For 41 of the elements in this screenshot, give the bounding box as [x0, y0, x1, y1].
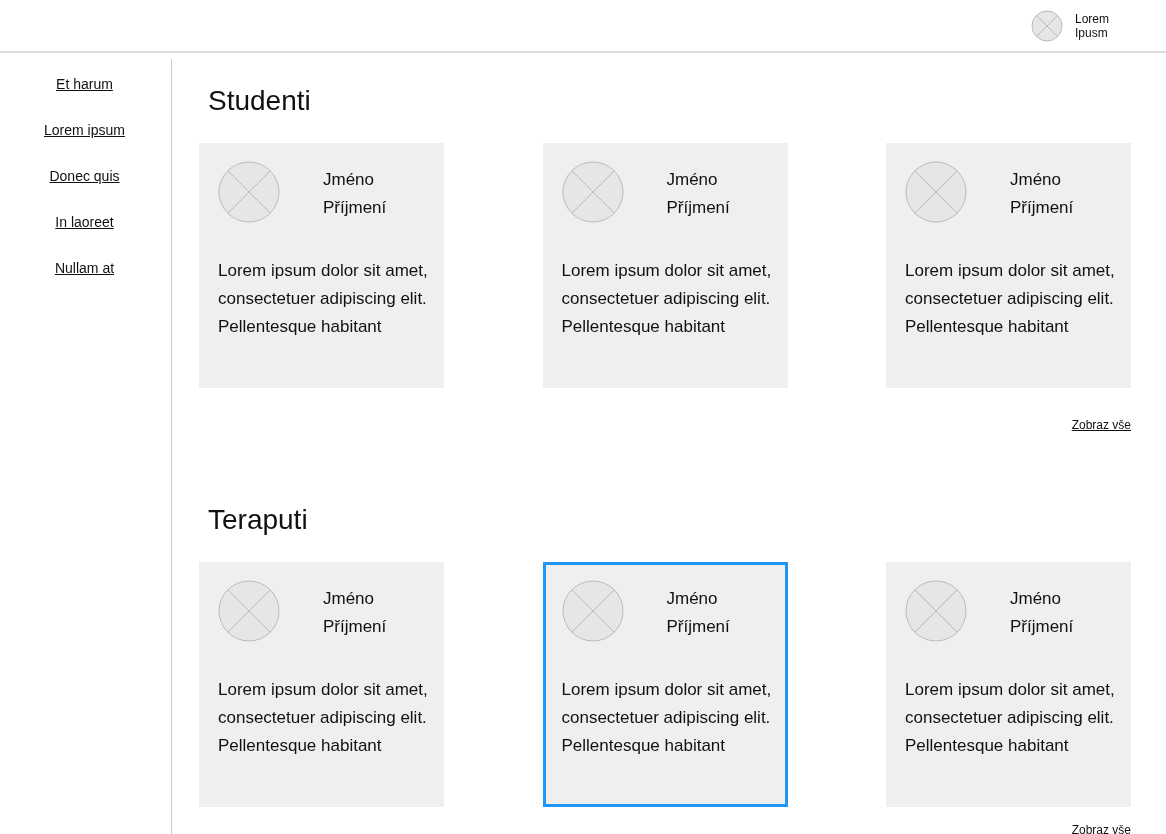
show-all-link[interactable]: Zobraz vše [1071, 418, 1131, 434]
profile-card[interactable]: Jméno Příjmení Lorem ipsum dolor sit amet, consectetuer adipiscing elit. Pellentesque habitant [886, 562, 1131, 807]
last-name: Příjmení [666, 197, 730, 219]
profile-card[interactable]: Jméno Příjmení Lorem ipsum dolor sit amet, consectetuer adipiscing elit. Pellentesque habitant [542, 143, 788, 388]
card-description: Lorem ipsum dolor sit amet, consectetuer adipiscing elit. Pellentesque habitant [905, 260, 1116, 338]
first-name: Jméno [1010, 588, 1063, 610]
card-description: Lorem ipsum dolor sit amet, consectetuer adipiscing elit. Pellentesque habitant [218, 260, 429, 338]
sidebar-link[interactable]: In laoreet [55, 213, 114, 232]
card-description: Lorem ipsum dolor sit amet, consectetuer adipiscing elit. Pellentesque habitant [561, 260, 773, 338]
section-title: Studenti [208, 84, 312, 118]
avatar-placeholder-icon [561, 580, 624, 642]
avatar-placeholder-icon [218, 161, 280, 223]
first-name: Jméno [323, 169, 376, 191]
profile-card[interactable]: Jméno Příjmení Lorem ipsum dolor sit amet, consectetuer adipiscing elit. Pellentesque habitant [199, 143, 444, 388]
first-name: Jméno [666, 169, 719, 191]
avatar-placeholder-icon[interactable] [1031, 9, 1063, 42]
show-all-link[interactable]: Zobraz vše [1071, 823, 1131, 834]
card-description: Lorem ipsum dolor sit amet, consectetuer adipiscing elit. Pellentesque habitant [561, 679, 773, 757]
user-name[interactable]: Lorem Ipusm [1075, 11, 1120, 40]
avatar-placeholder-icon [905, 580, 967, 642]
sidebar-link[interactable]: Nullam at [54, 259, 115, 278]
profile-card[interactable]: Jméno Příjmení Lorem ipsum dolor sit amet, consectetuer adipiscing elit. Pellentesque habitant [199, 562, 444, 807]
last-name: Příjmení [1010, 197, 1074, 219]
card-description: Lorem ipsum dolor sit amet, consectetuer adipiscing elit. Pellentesque habitant [218, 679, 429, 757]
first-name: Jméno [323, 588, 376, 610]
avatar-placeholder-icon [218, 580, 280, 642]
section-title: Teraputi [208, 503, 309, 537]
profile-card[interactable]: Jméno Příjmení Lorem ipsum dolor sit amet, consectetuer adipiscing elit. Pellentesque habitant [542, 562, 788, 807]
sidebar-link[interactable]: Et harum [56, 75, 113, 94]
first-name: Jméno [1010, 169, 1063, 191]
last-name: Příjmení [323, 197, 387, 219]
first-name: Jméno [666, 588, 719, 610]
card-description: Lorem ipsum dolor sit amet, consectetuer adipiscing elit. Pellentesque habitant [905, 679, 1116, 757]
sidebar-link[interactable]: Lorem ipsum [44, 121, 125, 140]
last-name: Příjmení [323, 616, 387, 638]
sidebar-link[interactable]: Donec quis [49, 167, 120, 186]
last-name: Příjmení [666, 616, 730, 638]
profile-card[interactable]: Jméno Příjmení Lorem ipsum dolor sit amet, consectetuer adipiscing elit. Pellentesque habitant [886, 143, 1131, 388]
last-name: Příjmení [1010, 616, 1074, 638]
avatar-placeholder-icon [905, 161, 967, 223]
avatar-placeholder-icon [561, 161, 624, 223]
